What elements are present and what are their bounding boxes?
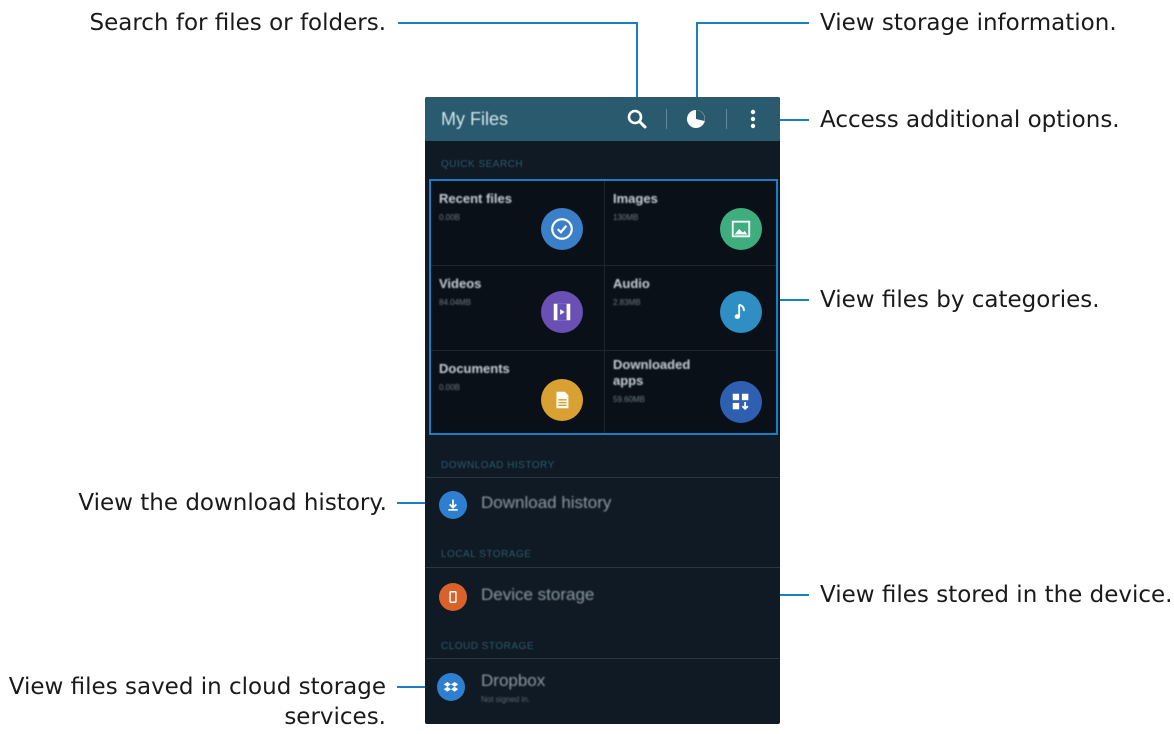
category-size: 59.60MB (613, 395, 646, 404)
film-icon (541, 291, 583, 333)
section-quick-search: QUICK SEARCH (441, 159, 524, 170)
callout-search: Search for files or folders. (89, 10, 386, 36)
appbar-separator (726, 109, 727, 129)
dropbox-icon (437, 673, 465, 701)
callout-categories: View files by categories. (820, 287, 1100, 313)
category-title: Recent files (439, 191, 512, 206)
list-label: Device storage (481, 585, 595, 604)
leader-storage (696, 22, 809, 24)
section-local-storage: LOCAL STORAGE (441, 549, 532, 560)
category-images[interactable]: Images 130MB (605, 181, 777, 265)
app-bar: My Files (425, 97, 780, 141)
category-size: 0.00B (439, 213, 460, 222)
music-note-icon (720, 291, 762, 333)
leader-search (398, 22, 638, 24)
clock-check-icon (541, 208, 583, 250)
category-size: 84.04MB (439, 298, 472, 307)
leader-categories (780, 299, 809, 301)
category-title: Audio (613, 276, 650, 291)
list-divider (425, 658, 780, 659)
callout-more-options: Access additional options. (820, 107, 1120, 133)
list-label: Download history (481, 493, 612, 512)
list-divider (425, 477, 780, 478)
leader-storage-drop (696, 22, 698, 98)
category-documents[interactable]: Documents 0.00B (431, 351, 603, 435)
category-title: Documents (439, 361, 510, 376)
category-size: 2.83MB (613, 298, 641, 307)
category-size: 0.00B (439, 383, 460, 392)
phone-icon (439, 583, 467, 611)
device-storage-item[interactable]: Device storage (425, 575, 780, 619)
image-icon (720, 208, 762, 250)
category-recent-files[interactable]: Recent files 0.00B (431, 181, 603, 265)
more-vert-icon[interactable] (741, 107, 765, 131)
appbar-separator (666, 109, 667, 129)
category-downloaded-apps[interactable]: Downloaded apps 59.60MB (605, 351, 777, 435)
callout-storage-info: View storage information. (820, 10, 1117, 36)
dropbox-item[interactable]: Dropbox Not signed in. (425, 667, 780, 711)
pie-chart-icon[interactable] (684, 107, 708, 131)
phone-screen: My Files QUICK SEARCH Recent files 0.00B (425, 97, 780, 724)
download-icon (439, 491, 467, 519)
category-audio[interactable]: Audio 2.83MB (605, 266, 777, 350)
category-title: Videos (439, 276, 482, 291)
category-size: 130MB (613, 213, 639, 222)
search-icon[interactable] (625, 107, 649, 131)
list-sublabel: Not signed in. (481, 695, 530, 704)
category-videos[interactable]: Videos 84.04MB (431, 266, 603, 350)
category-title: Downloaded apps (613, 357, 691, 388)
category-grid: Recent files 0.00B Images 130MB Videos 8… (429, 179, 778, 435)
section-download-history: DOWNLOAD HISTORY (441, 460, 555, 471)
leader-search-drop (636, 22, 638, 98)
section-cloud-storage: CLOUD STORAGE (441, 641, 534, 652)
callout-device-storage: View files stored in the device. (820, 582, 1173, 608)
apps-download-icon (720, 381, 762, 423)
callout-download-history: View the download history. (78, 490, 387, 516)
download-history-item[interactable]: Download history (425, 483, 780, 527)
document-icon (541, 379, 583, 421)
list-label: Dropbox (481, 671, 546, 690)
callout-cloud-line1: View files saved in cloud storage (8, 674, 386, 700)
callout-cloud-line2: services. (284, 704, 386, 730)
category-title: Images (613, 191, 658, 206)
app-title: My Files (441, 109, 508, 129)
list-divider (425, 567, 780, 568)
